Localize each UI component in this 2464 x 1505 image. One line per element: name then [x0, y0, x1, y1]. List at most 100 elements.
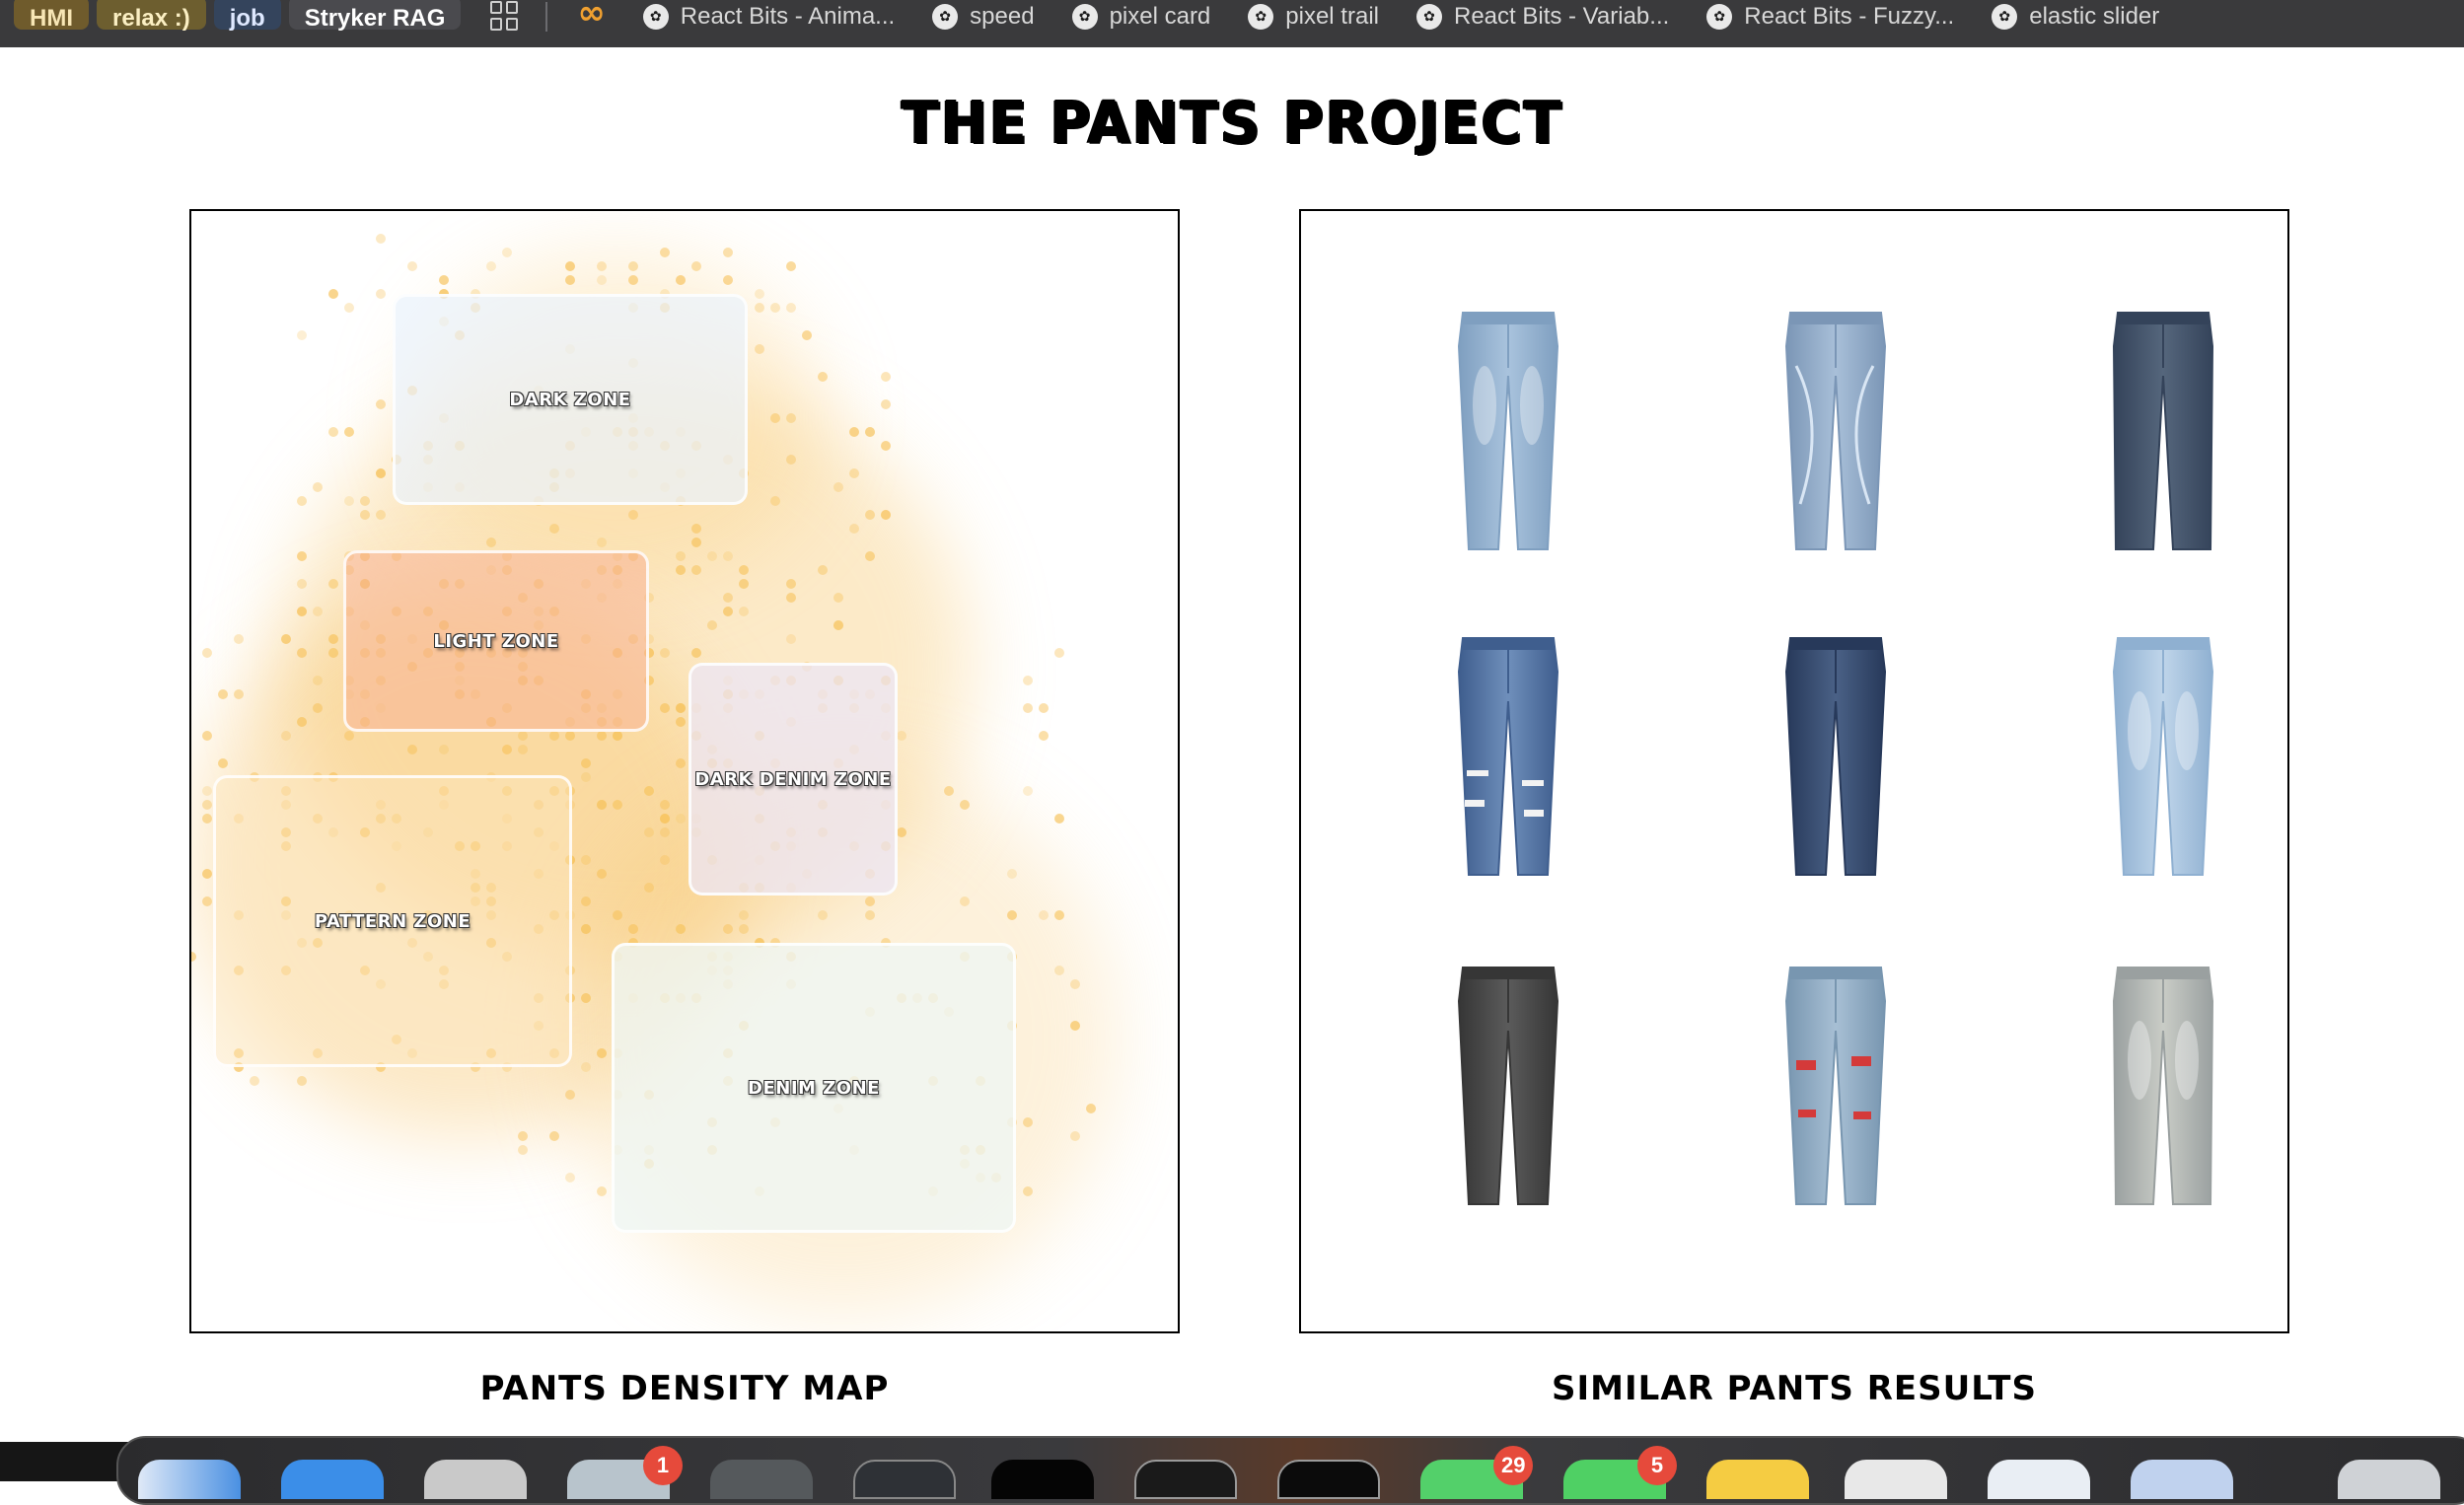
- density-dot: [739, 924, 749, 934]
- density-dot: [960, 800, 970, 810]
- bookmark-react-bits-animations[interactable]: ✿ React Bits - Anima...: [642, 0, 895, 31]
- bookmark-label: speed: [970, 3, 1035, 30]
- dock-app-trash-icon[interactable]: [2338, 1460, 2440, 1499]
- density-dot: [849, 427, 859, 437]
- dock-app-chrome-icon[interactable]: [1845, 1460, 1947, 1499]
- density-dot: [234, 689, 244, 699]
- density-dot: [770, 413, 780, 423]
- density-dot: [597, 800, 607, 810]
- density-dot: [1054, 648, 1064, 658]
- density-dot: [723, 607, 733, 616]
- zone-light[interactable]: LIGHT ZONE: [343, 550, 649, 732]
- dock-app-terminal-icon[interactable]: [991, 1460, 1094, 1499]
- density-dot: [613, 731, 622, 741]
- dock-app-preview-icon[interactable]: [2131, 1460, 2233, 1499]
- density-dot: [297, 717, 307, 727]
- bookmark-speed[interactable]: ✿ speed: [932, 0, 1035, 31]
- pants-result-item[interactable]: [2074, 957, 2252, 1213]
- density-dot: [486, 538, 496, 547]
- bookmark-folder-hmi[interactable]: HMI: [14, 0, 89, 32]
- density-dot: [191, 952, 196, 962]
- page-title: THE PANTS PROJECT: [901, 89, 1563, 157]
- bookmark-label: React Bits - Variab...: [1453, 3, 1670, 30]
- density-dot: [565, 1090, 575, 1100]
- density-dot: [676, 924, 686, 934]
- density-dot: [313, 676, 323, 685]
- zone-label: DENIM ZONE: [748, 1077, 880, 1099]
- density-dot: [613, 800, 622, 810]
- pants-result-item[interactable]: [1419, 627, 1597, 884]
- dock-app-monitor-icon[interactable]: [1134, 1460, 1237, 1499]
- bookmark-elastic-slider[interactable]: ✿ elastic slider: [1992, 0, 2159, 31]
- density-dot: [644, 786, 654, 796]
- density-dot: [676, 565, 686, 575]
- dock-app-finder-icon[interactable]: [138, 1460, 241, 1499]
- zone-dark-denim[interactable]: DARK DENIM ZONE: [688, 663, 898, 896]
- density-dot: [676, 551, 686, 561]
- density-dot: [376, 468, 386, 478]
- infinity-loop-icon[interactable]: ∞: [577, 0, 605, 33]
- density-dot: [770, 303, 780, 313]
- pants-result-item[interactable]: [1747, 302, 1924, 558]
- density-dot: [660, 648, 670, 658]
- density-dot: [313, 703, 323, 713]
- density-dot: [202, 786, 212, 796]
- density-dot: [597, 275, 607, 285]
- dock-app-generic-icon[interactable]: [424, 1460, 527, 1499]
- bookmark-pixel-card[interactable]: ✿ pixel card: [1071, 0, 1210, 31]
- pants-result-item[interactable]: [1747, 627, 1924, 884]
- apps-grid-icon[interactable]: [490, 1, 520, 31]
- density-dot: [786, 579, 796, 589]
- density-dot: [565, 261, 575, 271]
- density-dot: [502, 248, 512, 257]
- dock-app-code-icon[interactable]: [1277, 1460, 1380, 1499]
- bookmark-label: React Bits - Fuzzy...: [1744, 3, 1955, 30]
- density-dot: [202, 869, 212, 879]
- bookmark-pixel-trail[interactable]: ✿ pixel trail: [1248, 0, 1379, 31]
- dock-app-dark-icon[interactable]: [853, 1460, 956, 1499]
- dock-badge: 5: [1637, 1446, 1677, 1485]
- density-dot: [676, 717, 686, 727]
- density-dot: [486, 261, 496, 271]
- density-dot: [628, 275, 638, 285]
- similar-pants-caption: SIMILAR PANTS RESULTS: [1552, 1369, 2037, 1408]
- zone-denim[interactable]: DENIM ZONE: [612, 943, 1016, 1233]
- dock-app-keyboard-icon[interactable]: [710, 1460, 813, 1499]
- density-dot: [1070, 1131, 1080, 1141]
- density-dot: [218, 689, 228, 699]
- dock-app-notes-icon[interactable]: [1706, 1460, 1809, 1499]
- density-dot: [281, 634, 291, 644]
- density-dot: [407, 745, 417, 754]
- dock-app-mail-icon[interactable]: [281, 1460, 384, 1499]
- jeans-icon: [2112, 637, 2214, 876]
- density-dot: [218, 758, 228, 768]
- bookmark-folder-stryker-rag[interactable]: Stryker RAG: [288, 0, 462, 32]
- pants-result-item[interactable]: [1419, 957, 1597, 1213]
- density-dot: [1086, 1104, 1096, 1113]
- density-map-panel[interactable]: DARK ZONE LIGHT ZONE DARK DENIM ZONE PAT…: [189, 209, 1180, 1333]
- zone-dark[interactable]: DARK ZONE: [393, 294, 748, 505]
- zone-pattern[interactable]: PATTERN ZONE: [213, 775, 572, 1067]
- zone-label: LIGHT ZONE: [433, 630, 559, 652]
- density-dot: [328, 634, 338, 644]
- density-dot: [960, 896, 970, 906]
- pants-result-item[interactable]: [1419, 302, 1597, 558]
- react-bits-favicon-icon: ✿: [1706, 4, 1733, 30]
- bookmark-folder-job[interactable]: job: [213, 0, 281, 32]
- density-dot: [1070, 1021, 1080, 1031]
- react-bits-favicon-icon: ✿: [1071, 4, 1098, 30]
- density-dot: [755, 344, 764, 354]
- density-dot: [581, 772, 591, 782]
- pants-result-item[interactable]: [2074, 627, 2252, 884]
- dock-app-safari-icon[interactable]: [1988, 1460, 2090, 1499]
- density-dot: [723, 275, 733, 285]
- bookmark-folder-relax[interactable]: relax :): [97, 0, 206, 32]
- density-dot: [660, 855, 670, 865]
- density-dot: [597, 1048, 607, 1058]
- pants-result-item[interactable]: [1747, 957, 1924, 1213]
- bookmark-react-bits-variable[interactable]: ✿ React Bits - Variab...: [1415, 0, 1670, 31]
- react-bits-favicon-icon: ✿: [642, 4, 669, 30]
- pants-result-item[interactable]: [2074, 302, 2252, 558]
- density-dot: [849, 524, 859, 534]
- bookmark-react-bits-fuzzy[interactable]: ✿ React Bits - Fuzzy...: [1706, 0, 1954, 31]
